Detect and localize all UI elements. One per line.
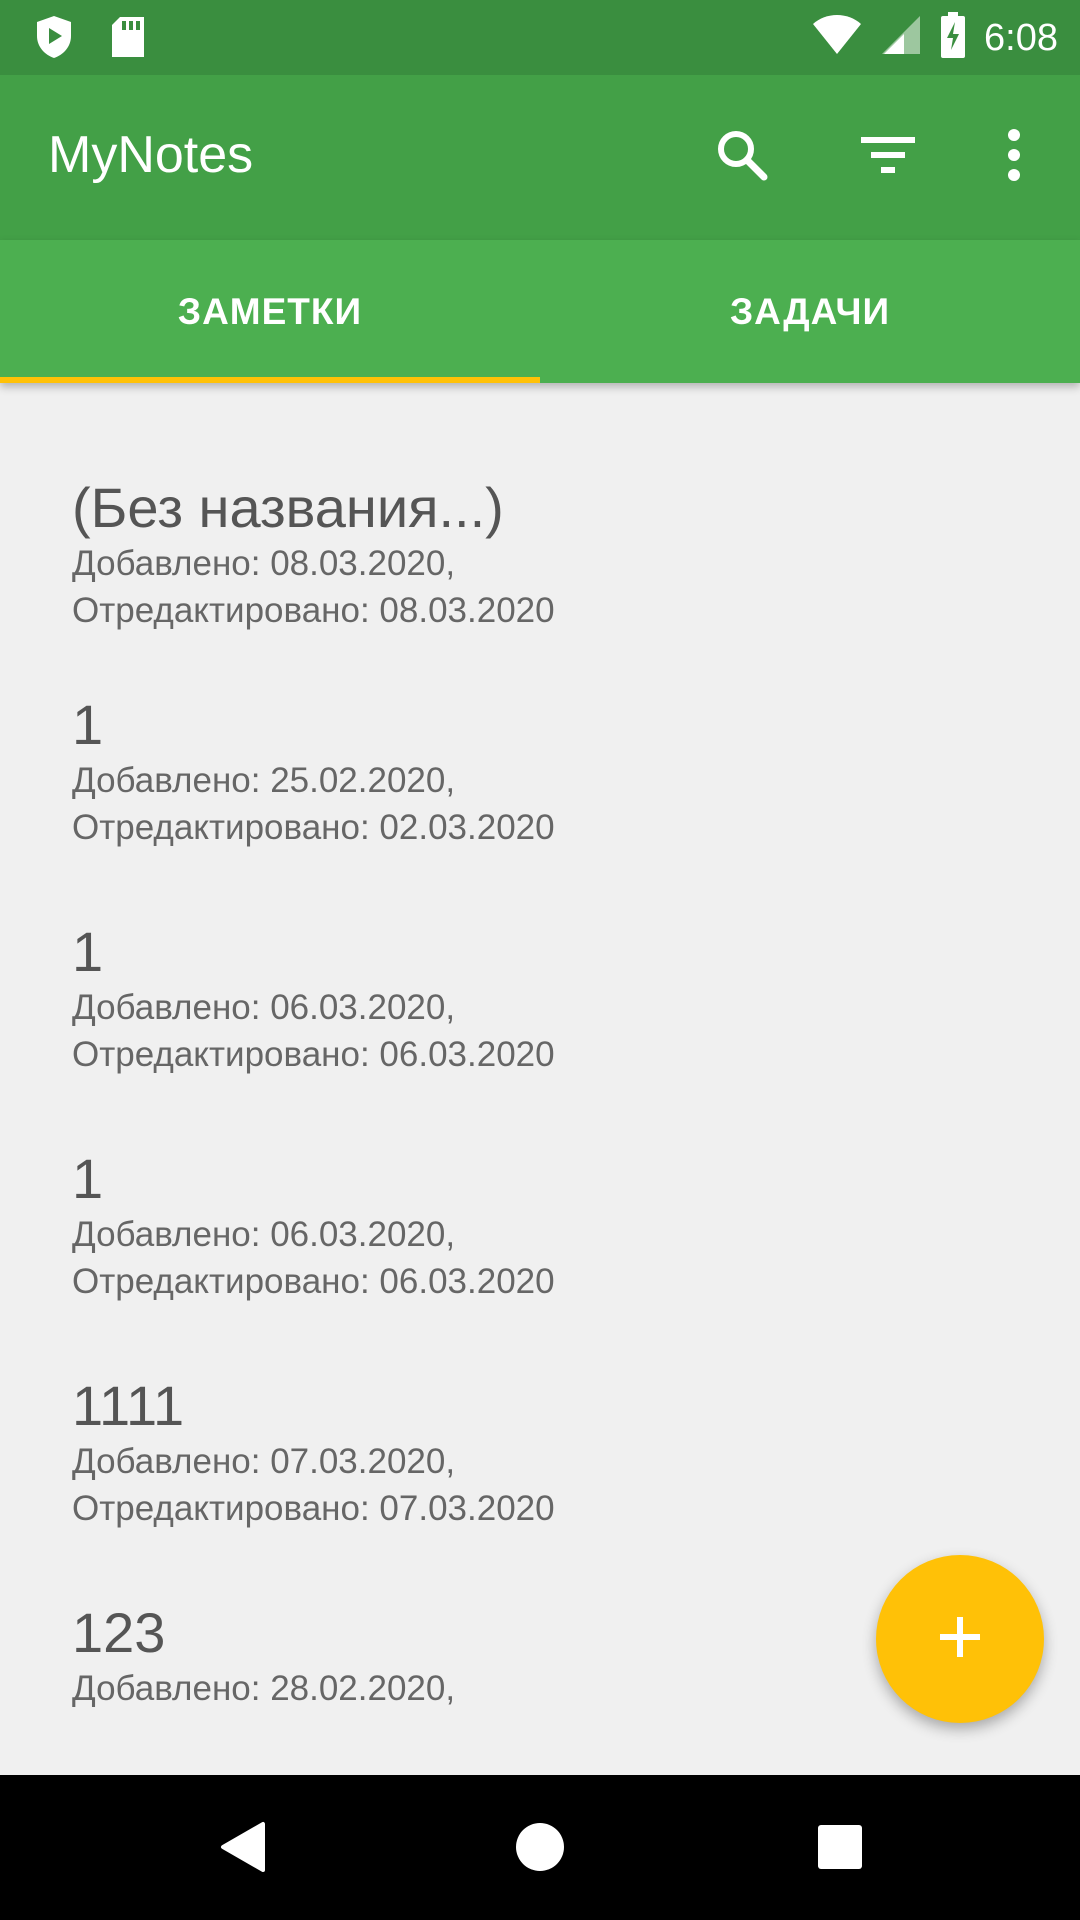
note-added: Добавлено: 28.02.2020, <box>72 1669 456 1708</box>
wifi-icon <box>812 14 862 61</box>
list-item[interactable]: 1111 Добавлено: 07.03.2020, Отредактиров… <box>72 1374 555 1532</box>
note-edited: Отредактировано: 06.03.2020 <box>72 1035 555 1074</box>
note-title: (Без названия...) <box>72 476 504 539</box>
tab-tasks-label: ЗАДАЧИ <box>729 290 891 332</box>
note-added: Добавлено: 25.02.2020, <box>72 761 456 800</box>
filter-icon[interactable] <box>856 123 920 187</box>
list-item[interactable]: (Без названия...) Добавлено: 08.03.2020,… <box>72 476 555 634</box>
sd-card-icon <box>110 15 146 64</box>
signal-icon <box>880 14 922 61</box>
note-title: 1 <box>72 693 104 756</box>
search-icon[interactable] <box>710 123 774 187</box>
note-added: Добавлено: 07.03.2020, <box>72 1442 456 1481</box>
back-icon[interactable] <box>210 1815 274 1879</box>
status-bar: 6:08 <box>0 0 1080 75</box>
play-protect-icon <box>34 14 74 65</box>
tab-notes[interactable]: ЗАМЕТКИ <box>0 240 540 383</box>
note-title: 1111 <box>72 1374 185 1437</box>
note-edited: Отредактировано: 07.03.2020 <box>72 1489 555 1528</box>
note-edited: Отредактировано: 02.03.2020 <box>72 808 555 847</box>
system-nav-bar <box>0 1775 1080 1920</box>
note-title: 1 <box>72 1147 104 1210</box>
note-added: Добавлено: 08.03.2020, <box>72 544 456 583</box>
tab-notes-label: ЗАМЕТКИ <box>177 290 363 332</box>
list-item[interactable]: 1 Добавлено: 06.03.2020, Отредактировано… <box>72 1147 555 1305</box>
list-item[interactable]: 123 Добавлено: 28.02.2020, <box>72 1601 455 1712</box>
tab-indicator <box>0 377 540 383</box>
note-added: Добавлено: 06.03.2020, <box>72 988 456 1027</box>
note-added: Добавлено: 06.03.2020, <box>72 1215 456 1254</box>
tab-bar: ЗАМЕТКИ ЗАДАЧИ <box>0 240 1080 383</box>
add-note-button[interactable] <box>876 1555 1044 1723</box>
add-icon <box>938 1615 982 1664</box>
more-vert-icon[interactable] <box>982 123 1046 187</box>
app-bar: MyNotes <box>0 75 1080 240</box>
recents-icon[interactable] <box>808 1815 872 1879</box>
note-edited: Отредактировано: 08.03.2020 <box>72 591 555 630</box>
status-time: 6:08 <box>984 16 1058 59</box>
list-item[interactable]: 1 Добавлено: 25.02.2020, Отредактировано… <box>72 693 555 851</box>
list-item[interactable]: 1 Добавлено: 06.03.2020, Отредактировано… <box>72 920 555 1078</box>
note-title: 1 <box>72 920 104 983</box>
battery-charging-icon <box>940 12 966 63</box>
app-title: MyNotes <box>48 126 254 184</box>
note-edited: Отредактировано: 06.03.2020 <box>72 1262 555 1301</box>
tab-tasks[interactable]: ЗАДАЧИ <box>540 240 1080 383</box>
note-title: 123 <box>72 1601 166 1664</box>
home-icon[interactable] <box>508 1815 572 1879</box>
